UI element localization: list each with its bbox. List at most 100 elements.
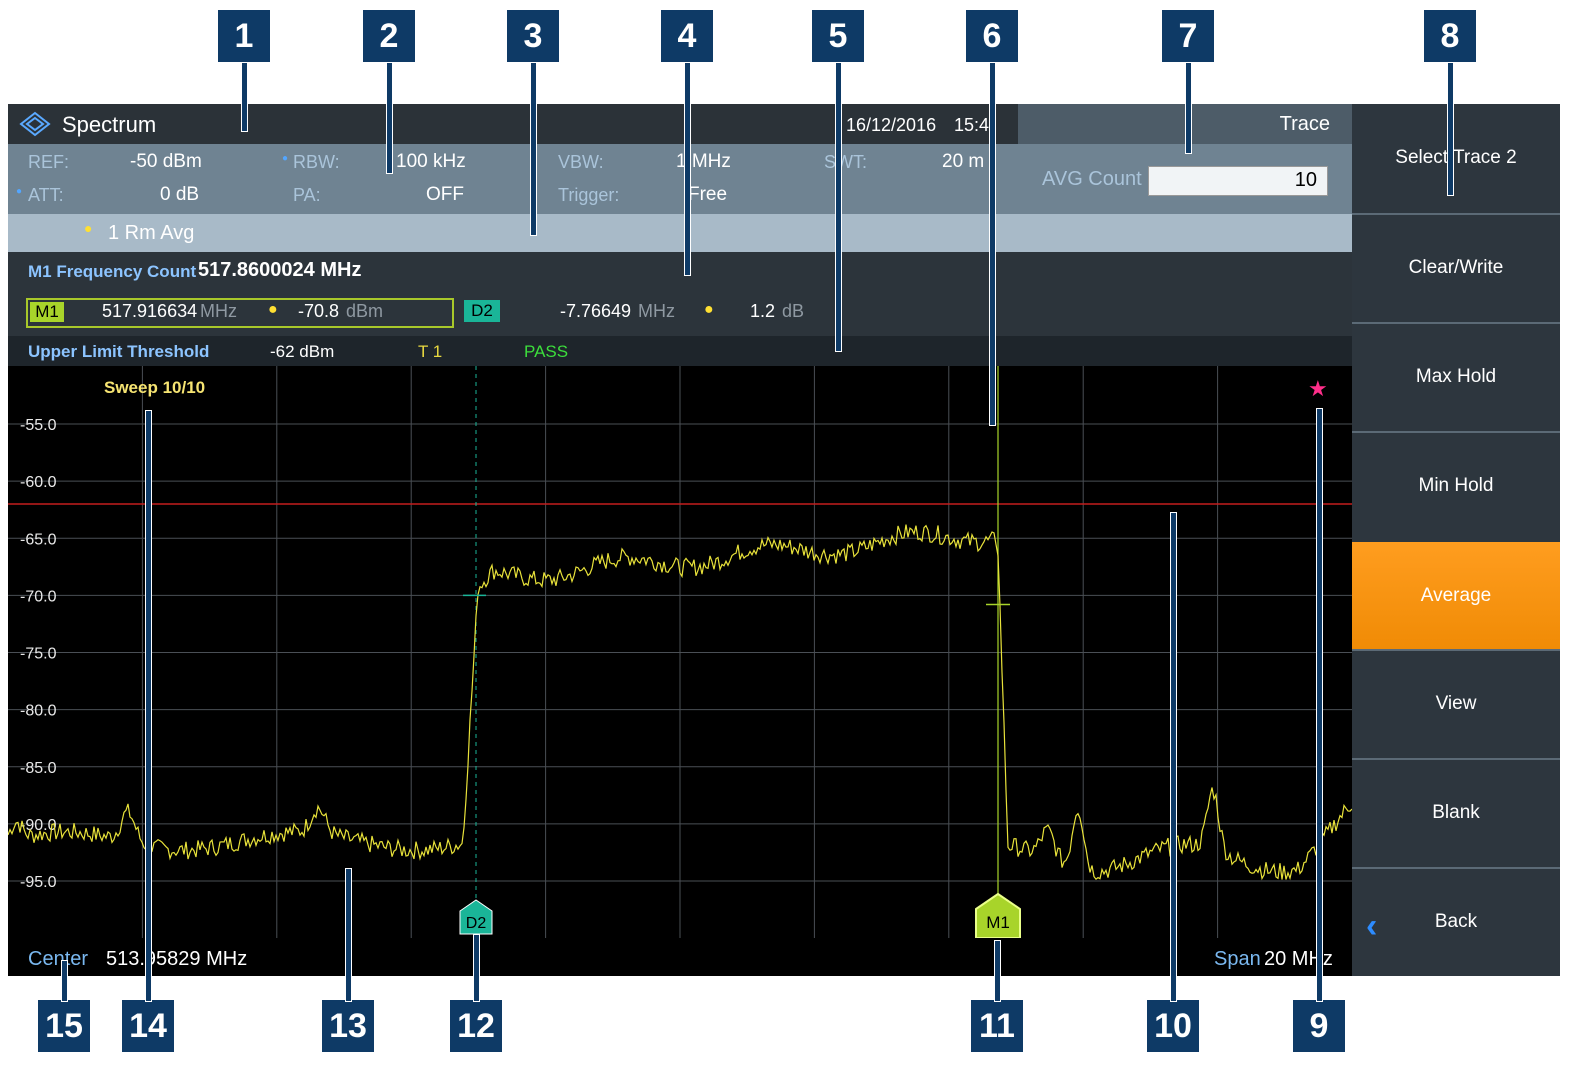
- softkey-clear-write[interactable]: Clear/Write: [1352, 213, 1560, 320]
- softkey-back[interactable]: ‹ Back: [1352, 867, 1560, 974]
- analyzer-screen: Spectrum 16/12/2016 15:4 Trace REF: -50 …: [8, 104, 1352, 976]
- y-tick-label: -95.0: [20, 874, 57, 891]
- avg-count-panel: AVG Count 10: [1018, 144, 1352, 214]
- pa-value: OFF: [426, 184, 464, 205]
- swt-value: 20 m: [942, 151, 985, 172]
- limit-result: PASS: [524, 342, 569, 361]
- callout-8: 8: [1424, 10, 1476, 62]
- marker-d2-flag-label: D2: [466, 915, 487, 932]
- leader-line-2: [386, 62, 393, 174]
- pa-label: PA:: [293, 185, 321, 205]
- ref-value: -50 dBm: [130, 151, 202, 172]
- callout-9: 9: [1293, 1000, 1345, 1052]
- softkey-view[interactable]: View: [1352, 649, 1560, 756]
- limit-value: -62 dBm: [270, 342, 335, 361]
- trigger-label: Trigger:: [558, 185, 620, 205]
- softkey-blank[interactable]: Blank: [1352, 758, 1560, 865]
- marker-d2-frequency-unit: MHz: [638, 301, 675, 321]
- marker-m1-readout[interactable]: M1 517.916634 MHz ● -70.8 dBm: [26, 298, 454, 328]
- rbw-indicator-dot-icon: ●: [282, 153, 289, 164]
- y-tick-label: -75.0: [20, 646, 57, 663]
- y-tick-label: -60.0: [20, 474, 57, 491]
- avg-count-label: AVG Count: [1042, 168, 1142, 190]
- callout-11: 11: [971, 1000, 1023, 1052]
- marker-m1-tag: M1: [30, 302, 64, 322]
- spectrum-plot[interactable]: -55.0 -60.0 -65.0 -70.0 -75.0 -80.0 -85.0 -90.0…: [8, 366, 1352, 938]
- leader-line-8: [1447, 62, 1454, 196]
- leader-line-12: [473, 934, 480, 1002]
- frequency-count-label: M1 Frequency Count: [28, 262, 197, 281]
- softkey-select-trace[interactable]: Select Trace 2: [1352, 104, 1560, 211]
- leader-line-9: [1316, 408, 1323, 1002]
- softkey-average[interactable]: Average: [1352, 542, 1560, 649]
- marker-d2-frequency: -7.76649: [560, 301, 632, 321]
- att-value: 0 dB: [160, 184, 200, 205]
- leader-line-3: [530, 62, 537, 236]
- marker-m1-frequency: 517.916634: [102, 301, 198, 321]
- rbw-value: 100 kHz: [396, 151, 466, 172]
- spectrum-plot-svg[interactable]: -55.0-60.0-65.0-70.0-75.0-80.0-85.0-90.0…: [8, 366, 1352, 938]
- leader-line-7: [1185, 62, 1192, 154]
- measurement-parameters[interactable]: REF: -50 dBm ● ATT: 0 dB ● RBW: 100 kHz …: [8, 144, 1018, 214]
- att-indicator-dot-icon: ●: [16, 186, 23, 197]
- callout-2: 2: [363, 10, 415, 62]
- marker-d2-level-unit: dB: [782, 301, 805, 321]
- marker-m1-level-unit: dBm: [346, 301, 384, 321]
- status-bar: Center 513.95829 MHz Span 20 MHz: [8, 938, 1352, 976]
- marker-m1-frequency-unit: MHz: [200, 301, 237, 321]
- trace-info-bar[interactable]: ● 1 Rm Avg: [8, 214, 1352, 252]
- trigger-value: Free: [688, 184, 728, 205]
- y-tick-label: -65.0: [20, 531, 57, 548]
- callout-12: 12: [450, 1000, 502, 1052]
- leader-line-5: [835, 62, 842, 352]
- ref-label: REF:: [28, 152, 70, 172]
- vbw-label: VBW:: [558, 152, 604, 172]
- callout-1: 1: [218, 10, 270, 62]
- y-tick-label: -70.0: [20, 588, 57, 605]
- softkey-panel: Select Trace 2 Clear/Write Max Hold Min …: [1352, 104, 1560, 976]
- app-title: Spectrum: [62, 112, 157, 137]
- title-bar: Spectrum 16/12/2016 15:4 Trace: [8, 104, 1352, 144]
- marker-info-area: M1 Frequency Count 517.8600024 MHz M1 51…: [8, 252, 1352, 336]
- marker-d2-tag[interactable]: D2: [464, 300, 500, 322]
- y-tick-label: -55.0: [20, 417, 57, 434]
- leader-line-15: [61, 960, 68, 1002]
- leader-line-4: [684, 62, 691, 276]
- callout-10: 10: [1147, 1000, 1199, 1052]
- trace-color-dot-icon: ●: [84, 220, 93, 236]
- callout-7: 7: [1162, 10, 1214, 62]
- center-value[interactable]: 513.95829 MHz: [106, 948, 247, 971]
- frequency-count-value: 517.8600024 MHz: [198, 259, 362, 281]
- att-label: ATT:: [28, 185, 64, 205]
- softkey-min-hold[interactable]: Min Hold: [1352, 431, 1560, 538]
- y-tick-label: -85.0: [20, 760, 57, 777]
- leader-line-11: [994, 940, 1001, 1002]
- avg-count-input[interactable]: 10: [1148, 166, 1328, 196]
- callout-4: 4: [661, 10, 713, 62]
- y-tick-label: -80.0: [20, 703, 57, 720]
- callout-5: 5: [812, 10, 864, 62]
- rbw-label: RBW:: [293, 152, 340, 172]
- rohde-schwarz-logo-icon: [18, 111, 52, 142]
- limit-line-bar: Upper Limit Threshold -62 dBm T 1 PASS: [8, 336, 1352, 366]
- trace-panel-title: Trace: [1279, 113, 1330, 135]
- callout-15: 15: [38, 1000, 90, 1052]
- date-display: 16/12/2016: [846, 115, 937, 135]
- swt-label: SWT:: [824, 152, 867, 172]
- leader-line-13: [345, 868, 352, 1002]
- star-icon: ★: [1308, 377, 1328, 402]
- marker-d2-dot-icon: ●: [704, 301, 714, 318]
- leader-line-10: [1170, 512, 1177, 1002]
- callout-3: 3: [507, 10, 559, 62]
- leader-line-14: [145, 410, 152, 1002]
- callout-6: 6: [966, 10, 1018, 62]
- span-label: Span: [1214, 948, 1261, 970]
- marker-m1-level: -70.8: [298, 301, 340, 321]
- leader-line-6: [989, 62, 996, 426]
- trace-mode-text: 1 Rm Avg: [108, 222, 195, 244]
- softkey-back-label: Back: [1434, 910, 1478, 932]
- softkey-max-hold[interactable]: Max Hold: [1352, 322, 1560, 429]
- sweep-counter: Sweep 10/10: [104, 378, 206, 397]
- marker-m1-flag-label: M1: [986, 913, 1010, 932]
- center-label: Center: [28, 948, 89, 970]
